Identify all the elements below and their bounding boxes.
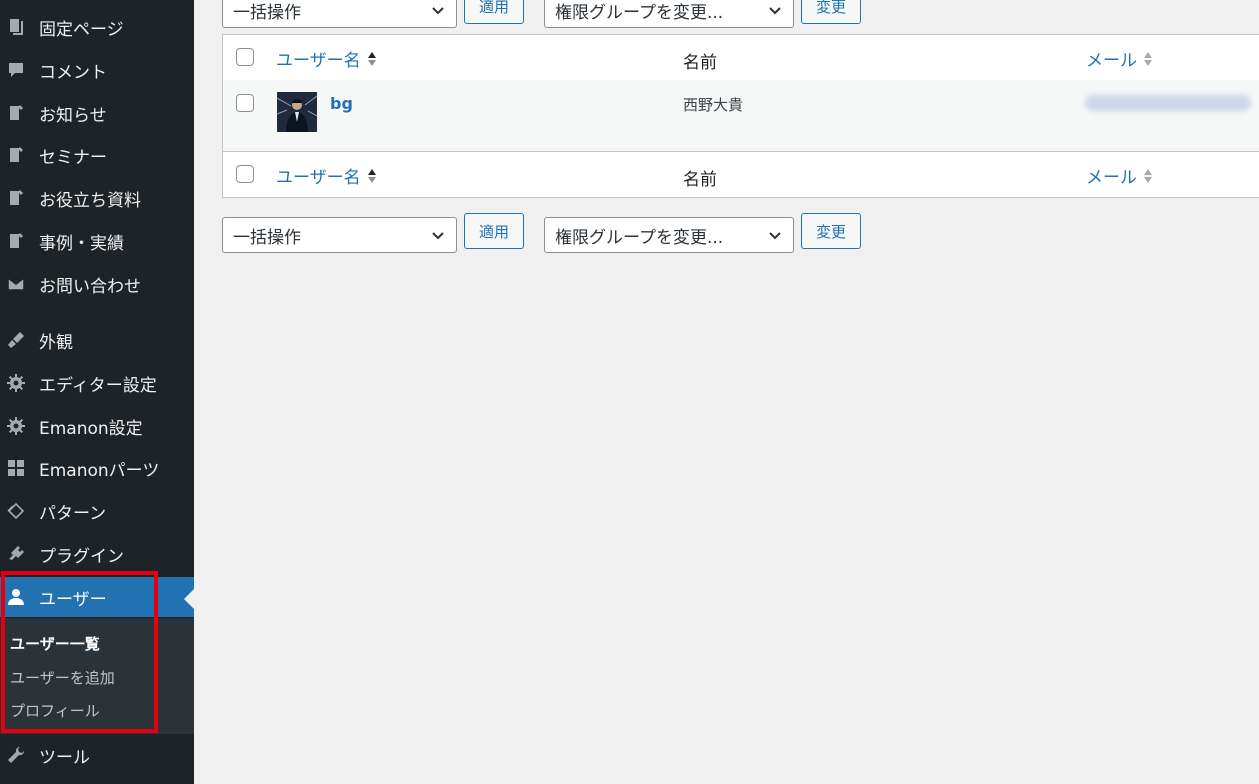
menu-item-emanon-parts[interactable]: Emanonパーツ — [0, 448, 194, 488]
menu-item-users[interactable]: ユーザー — [0, 577, 194, 617]
menu-item-comments[interactable]: コメント — [0, 50, 194, 90]
submenu-item-user-list[interactable]: ユーザー一覧 — [10, 633, 100, 654]
menu-item-emanon-settings[interactable]: Emanon設定 — [0, 406, 194, 446]
chevron-down-icon — [769, 232, 781, 240]
bulk-action-value: 一括操作 — [233, 227, 301, 248]
select-all-checkbox[interactable] — [236, 48, 254, 66]
menu-item-label: 外観 — [39, 332, 73, 353]
pages-icon — [6, 17, 26, 37]
table-header-row: ユーザー名 名前 メール — [223, 35, 1259, 81]
gear-icon — [6, 373, 26, 393]
chevron-down-icon — [769, 7, 781, 15]
role-select-value: 権限グループを変更... — [555, 227, 724, 248]
submenu-item-add-user[interactable]: ユーザーを追加 — [10, 667, 115, 688]
menu-item-cases[interactable]: 事例・実績 — [0, 221, 194, 261]
menu-item-patterns[interactable]: パターン — [0, 491, 194, 531]
menu-item-label: お問い合わせ — [39, 276, 141, 297]
bulk-action-value: 一括操作 — [233, 2, 301, 23]
brush-icon — [6, 330, 26, 350]
menu-item-appearance[interactable]: 外観 — [0, 320, 194, 360]
gear-icon — [6, 416, 26, 436]
menu-item-label: ツール — [39, 747, 90, 768]
column-header-name: 名前 — [683, 53, 717, 73]
role-select-value: 権限グループを変更... — [555, 2, 724, 23]
chevron-down-icon — [432, 232, 444, 240]
menu-item-resources[interactable]: お役立ち資料 — [0, 178, 194, 218]
chevron-down-icon — [432, 7, 444, 15]
users-table: ユーザー名 名前 メール bg 西野大貴 ユーザー名 名前 メール — [222, 34, 1259, 198]
grid-icon — [6, 458, 26, 478]
role-change-select[interactable]: 権限グループを変更... — [544, 217, 794, 253]
menu-item-editor-settings[interactable]: エディター設定 — [0, 363, 194, 403]
active-menu-arrow — [184, 589, 194, 609]
column-label: ユーザー名 — [276, 51, 361, 71]
sort-icon — [367, 168, 376, 183]
menu-item-contact[interactable]: お問い合わせ — [0, 264, 194, 304]
bulk-action-select[interactable]: 一括操作 — [222, 0, 457, 28]
apply-button[interactable]: 適用 — [464, 0, 524, 24]
tablenav-bottom: 一括操作 適用 権限グループを変更... 変更 — [222, 213, 882, 257]
menu-item-label: コメント — [39, 62, 107, 83]
comment-icon — [6, 60, 26, 80]
admin-sidebar: 固定ページ コメント お知らせ セミナー お役立ち資料 事例・実績 お問い合わせ… — [0, 0, 194, 784]
column-footer-name: 名前 — [683, 170, 717, 190]
user-icon — [6, 587, 26, 607]
menu-item-label: ユーザー — [39, 589, 107, 610]
column-label: メール — [1086, 168, 1137, 188]
user-real-name: 西野大貴 — [683, 96, 744, 114]
column-label: ユーザー名 — [276, 168, 361, 188]
apply-button[interactable]: 適用 — [464, 213, 524, 249]
column-footer-username[interactable]: ユーザー名 — [276, 163, 377, 188]
post-icon — [6, 145, 26, 165]
menu-item-label: Emanon設定 — [39, 418, 143, 439]
change-button[interactable]: 変更 — [801, 0, 861, 24]
menu-item-label: お役立ち資料 — [39, 190, 141, 211]
select-all-checkbox[interactable] — [236, 165, 254, 183]
wrench-icon — [6, 745, 26, 765]
user-username-link[interactable]: bg — [330, 94, 353, 113]
menu-item-plugins[interactable]: プラグイン — [0, 534, 194, 574]
tablenav-top: 一括操作 適用 権限グループを変更... 変更 — [222, 0, 882, 32]
post-icon — [6, 103, 26, 123]
column-footer-email[interactable]: メール — [1086, 163, 1153, 188]
menu-item-label: 事例・実績 — [39, 233, 124, 254]
column-header-email[interactable]: メール — [1086, 46, 1153, 71]
menu-item-label: パターン — [39, 503, 107, 524]
sort-icon — [1144, 168, 1152, 183]
column-header-username[interactable]: ユーザー名 — [276, 46, 377, 71]
menu-item-news[interactable]: お知らせ — [0, 93, 194, 133]
sort-icon — [367, 51, 376, 66]
table-row — [223, 80, 1259, 151]
bulk-action-select[interactable]: 一括操作 — [222, 217, 457, 253]
sort-icon — [1144, 51, 1152, 66]
post-icon — [6, 231, 26, 251]
menu-item-tools[interactable]: ツール — [0, 735, 194, 775]
submenu-item-profile[interactable]: プロフィール — [10, 700, 100, 721]
menu-item-label: 固定ページ — [39, 19, 124, 40]
menu-item-pages[interactable]: 固定ページ — [0, 7, 194, 47]
users-submenu: ユーザー一覧 ユーザーを追加 プロフィール — [0, 618, 194, 734]
user-email-redacted — [1085, 95, 1251, 111]
diamond-icon — [6, 501, 26, 521]
menu-item-label: お知らせ — [39, 105, 107, 126]
menu-item-label: エディター設定 — [39, 375, 157, 396]
envelope-icon — [6, 274, 26, 294]
menu-item-label: Emanonパーツ — [39, 460, 160, 481]
menu-item-label: プラグイン — [39, 546, 124, 567]
plugin-icon — [6, 544, 26, 564]
avatar — [277, 92, 317, 132]
row-checkbox[interactable] — [236, 94, 254, 112]
post-icon — [6, 188, 26, 208]
table-footer-row: ユーザー名 名前 メール — [223, 151, 1259, 198]
menu-item-seminar[interactable]: セミナー — [0, 135, 194, 175]
column-label: メール — [1086, 51, 1137, 71]
menu-item-label: セミナー — [39, 147, 107, 168]
change-button[interactable]: 変更 — [801, 213, 861, 249]
role-change-select[interactable]: 権限グループを変更... — [544, 0, 794, 28]
